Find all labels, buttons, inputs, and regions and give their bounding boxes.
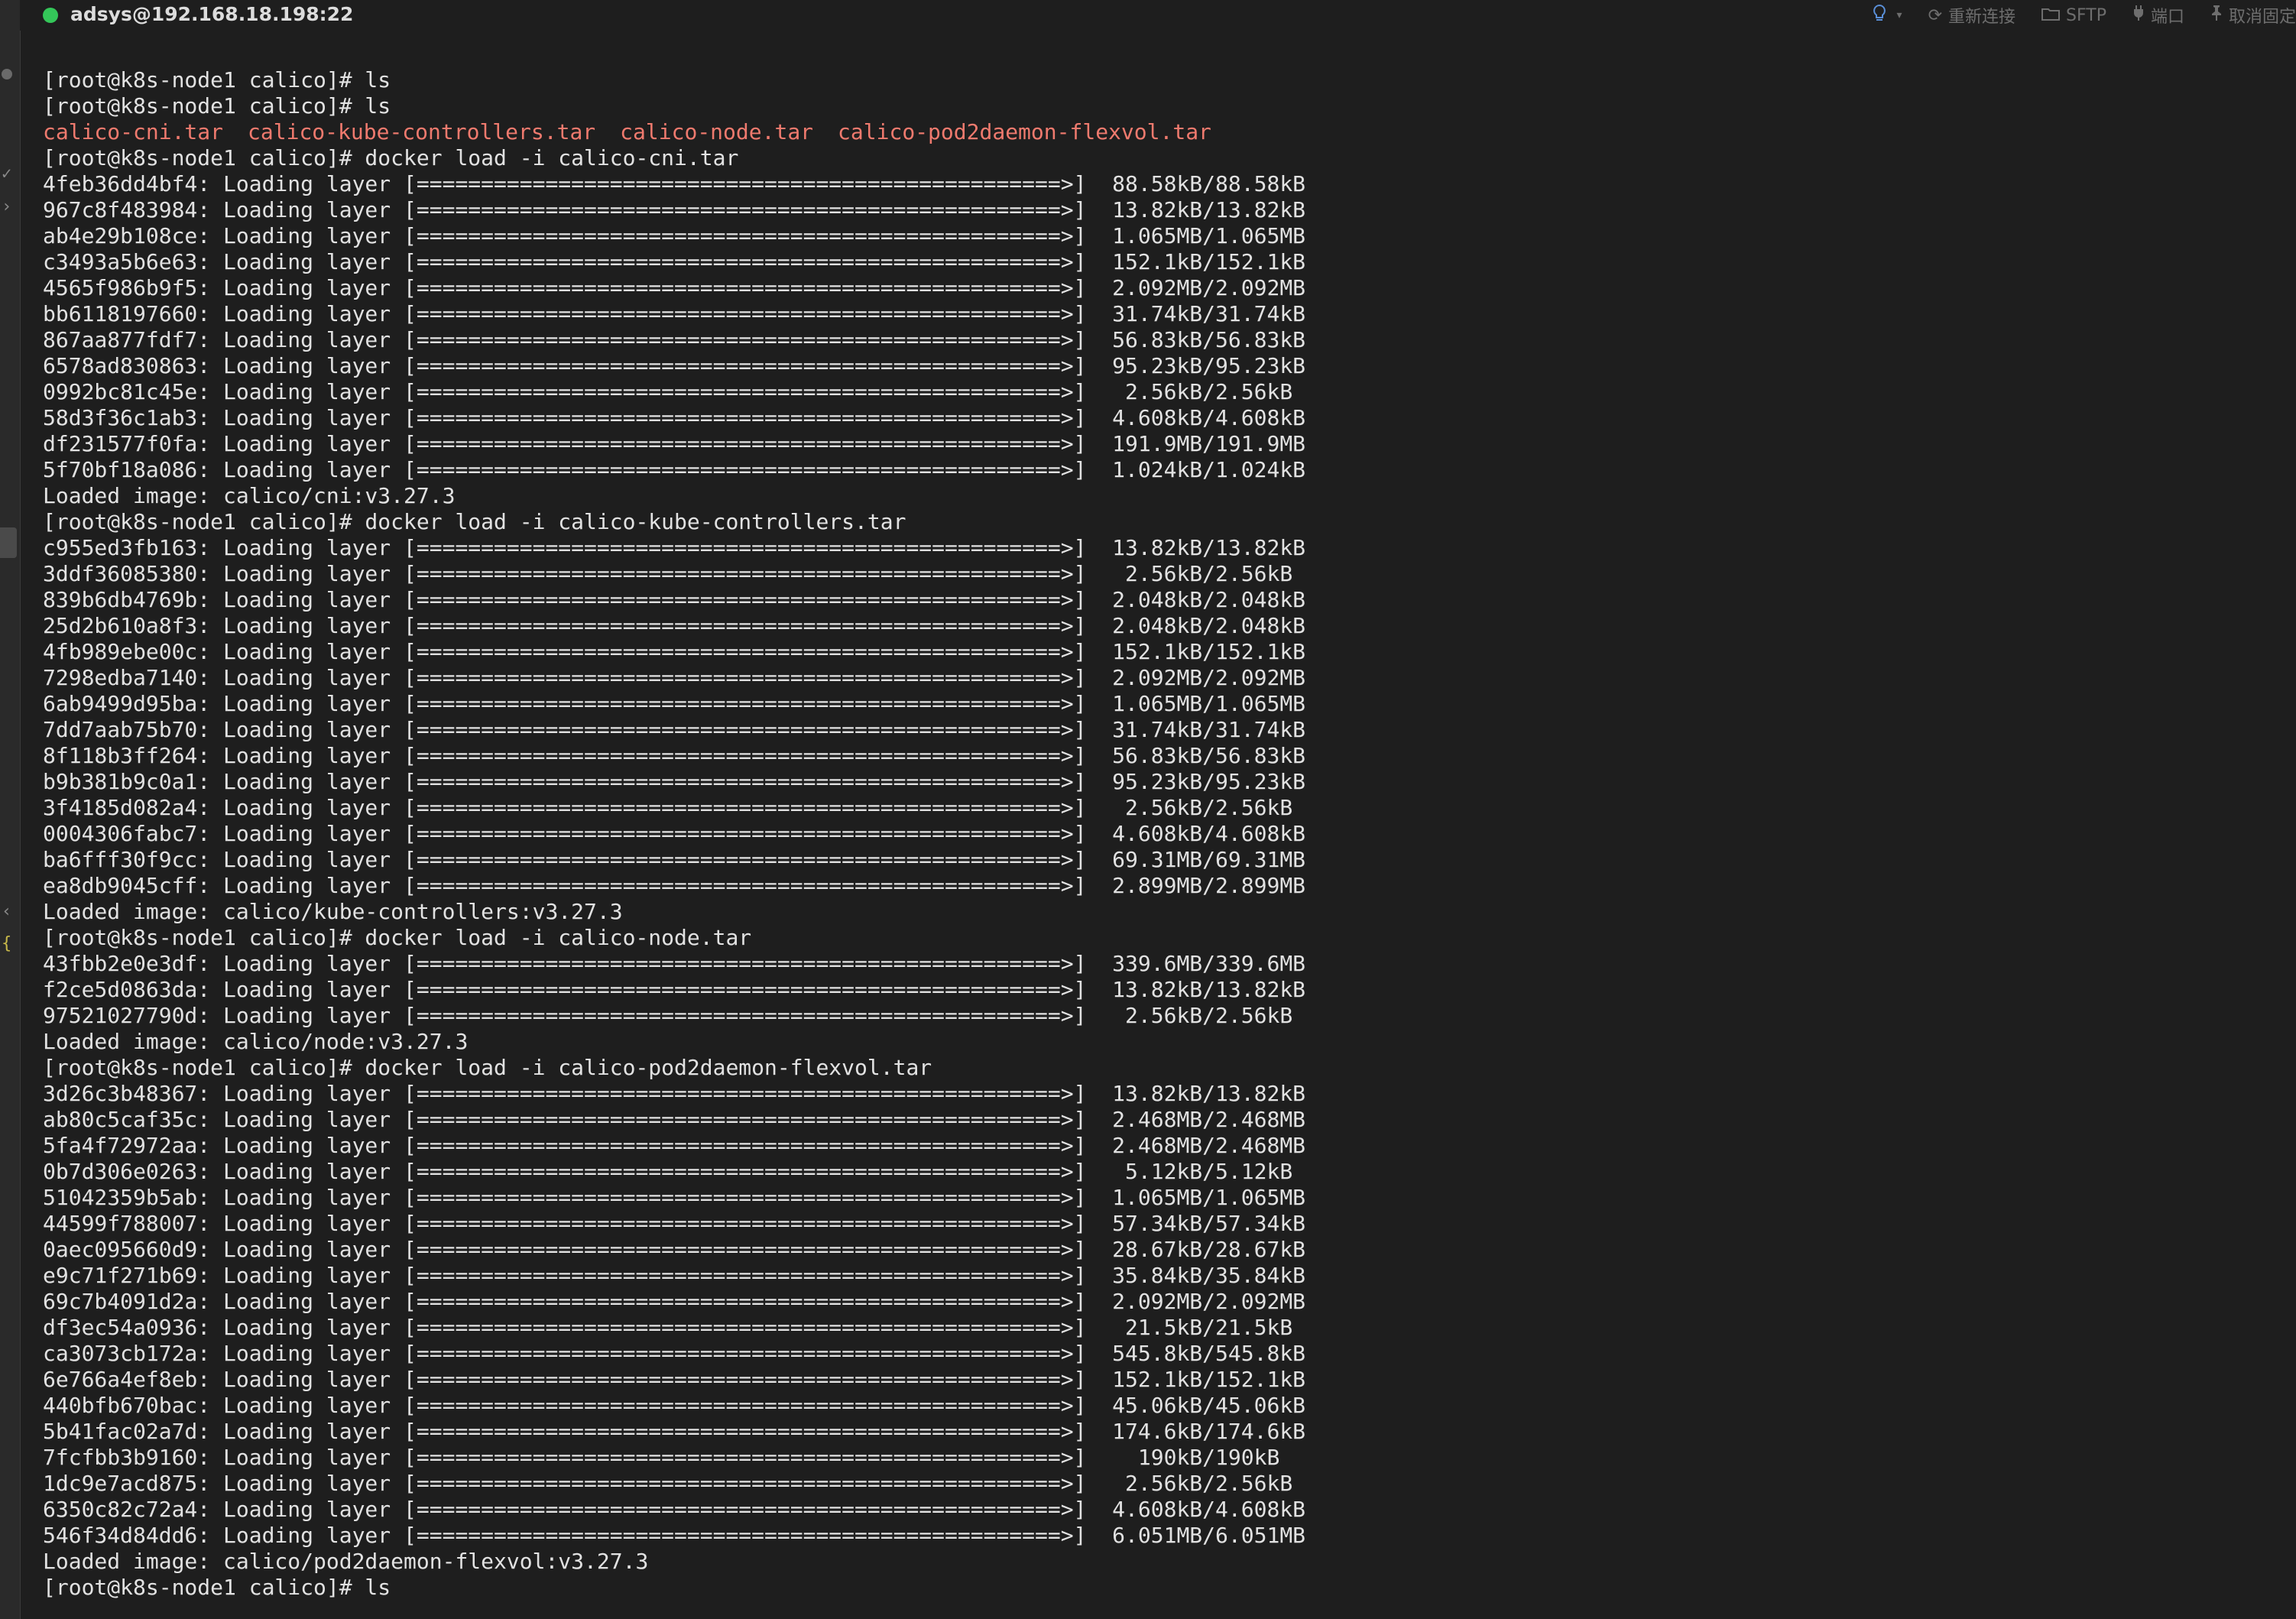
session-title: adsys@192.168.18.198:22 (70, 3, 354, 25)
connection-status-icon (43, 8, 58, 23)
output-line: 867aa877fdf7: Loading layer [===========… (43, 327, 1306, 352)
output-line: 839b6db4769b: Loading layer [===========… (43, 587, 1306, 612)
output-line: 3f4185d082a4: Loading layer [===========… (43, 795, 1293, 820)
output-line: 0992bc81c45e: Loading layer [===========… (43, 379, 1293, 404)
refresh-icon: ⟳ (1928, 5, 1943, 25)
output-line: ab4e29b108ce: Loading layer [===========… (43, 223, 1306, 248)
command-line: [root@k8s-node1 calico]# docker load -i … (43, 925, 752, 950)
folder-icon (2041, 6, 2061, 25)
output-line: 546f34d84dd6: Loading layer [===========… (43, 1523, 1306, 1548)
output-line: Loaded image: calico/node:v3.27.3 (43, 1029, 469, 1054)
output-line: ab80c5caf35c: Loading layer [===========… (43, 1107, 1306, 1132)
output-line: Loaded image: calico/pod2daemon-flexvol:… (43, 1549, 649, 1574)
output-line: 7fcfbb3b9160: Loading layer [===========… (43, 1445, 1280, 1470)
command-line: [root@k8s-node1 calico]# docker load -i … (43, 509, 906, 534)
file-name: calico-kube-controllers.tar (248, 119, 596, 144)
sftp-button[interactable]: SFTP (2041, 6, 2106, 25)
terminal-output[interactable]: [root@k8s-node1 calico]# ls [root@k8s-nod… (43, 67, 2282, 1601)
output-line: 97521027790d: Loading layer [===========… (43, 1003, 1293, 1028)
port-label: 端口 (2150, 8, 2184, 27)
output-line: 967c8f483984: Loading layer [===========… (43, 197, 1306, 222)
output-line: 5b41fac02a7d: Loading layer [===========… (43, 1419, 1306, 1444)
output-line: 69c7b4091d2a: Loading layer [===========… (43, 1289, 1306, 1314)
output-line: Loaded image: calico/kube-controllers:v3… (43, 899, 623, 924)
command-line: [root@k8s-node1 calico]# docker load -i … (43, 145, 739, 170)
output-line: bb6118197660: Loading layer [===========… (43, 301, 1306, 326)
output-line: c3493a5b6e63: Loading layer [===========… (43, 249, 1306, 274)
unpin-button[interactable]: 取消固定 (2210, 3, 2296, 28)
output-line: ea8db9045cff: Loading layer [===========… (43, 873, 1306, 898)
lightbulb-icon (1873, 4, 1886, 27)
reconnect-button[interactable]: ⟳ 重新连接 (1928, 3, 2015, 28)
output-line: 6ab9499d95ba: Loading layer [===========… (43, 691, 1306, 716)
session-header: adsys@192.168.18.198:22 ▾ ⟳ 重新连接 SFTP 端口 (20, 0, 2296, 31)
reconnect-label: 重新连接 (1948, 8, 2016, 27)
output-line: 5f70bf18a086: Loading layer [===========… (43, 457, 1306, 482)
output-line: 7dd7aab75b70: Loading layer [===========… (43, 717, 1306, 742)
output-line: b9b381b9c0a1: Loading layer [===========… (43, 769, 1306, 794)
sidebar-dot[interactable] (2, 69, 12, 79)
output-line: 5fa4f72972aa: Loading layer [===========… (43, 1133, 1306, 1158)
output-line: 440bfb670bac: Loading layer [===========… (43, 1393, 1306, 1418)
chevron-right-icon[interactable]: › (2, 197, 11, 216)
output-line: df3ec54a0936: Loading layer [===========… (43, 1315, 1293, 1340)
output-line: 0aec095660d9: Loading layer [===========… (43, 1237, 1306, 1262)
command-line: [root@k8s-node1 calico]# ls (43, 1575, 391, 1600)
output-line: ca3073cb172a: Loading layer [===========… (43, 1341, 1306, 1366)
output-line: 6578ad830863: Loading layer [===========… (43, 353, 1306, 378)
output-line: 43fbb2e0e3df: Loading layer [===========… (43, 951, 1306, 976)
output-line: 0004306fabc7: Loading layer [===========… (43, 821, 1306, 846)
output-line: 4feb36dd4bf4: Loading layer [===========… (43, 171, 1306, 196)
output-line: 25d2b610a8f3: Loading layer [===========… (43, 613, 1306, 638)
check-icon: ✓ (2, 164, 12, 183)
output-line: 3d26c3b48367: Loading layer [===========… (43, 1081, 1306, 1106)
command-line: [root@k8s-node1 calico]# ls (43, 93, 391, 118)
chevron-down-icon: ▾ (1896, 9, 1902, 21)
output-line: 7298edba7140: Loading layer [===========… (43, 665, 1306, 690)
output-line: df231577f0fa: Loading layer [===========… (43, 431, 1306, 456)
output-line: 1dc9e7acd875: Loading layer [===========… (43, 1471, 1293, 1496)
pin-icon (2210, 5, 2223, 26)
brace-icon: { (2, 934, 12, 953)
command-line: [root@k8s-node1 calico]# docker load -i … (43, 1055, 932, 1080)
output-line: 44599f788007: Loading layer [===========… (43, 1211, 1306, 1236)
output-line: 3ddf36085380: Loading layer [===========… (43, 561, 1293, 586)
output-line: 8f118b3ff264: Loading layer [===========… (43, 743, 1306, 768)
sftp-label: SFTP (2066, 5, 2106, 25)
plug-icon (2132, 5, 2145, 26)
output-line: 0b7d306e0263: Loading layer [===========… (43, 1159, 1293, 1184)
output-line: ba6fff30f9cc: Loading layer [===========… (43, 847, 1306, 872)
output-line: c955ed3fb163: Loading layer [===========… (43, 535, 1306, 560)
session-toolbar: ▾ ⟳ 重新连接 SFTP 端口 取消固定 (1873, 0, 2296, 31)
output-line: 6350c82c72a4: Loading layer [===========… (43, 1497, 1306, 1522)
output-line: 6e766a4ef8eb: Loading layer [===========… (43, 1367, 1306, 1392)
output-line: f2ce5d0863da: Loading layer [===========… (43, 977, 1306, 1002)
output-line: 51042359b5ab: Loading layer [===========… (43, 1185, 1306, 1210)
port-button[interactable]: 端口 (2132, 3, 2184, 28)
file-name: calico-pod2daemon-flexvol.tar (838, 119, 1211, 144)
ls-output-line: calico-cni.tar calico-kube-controllers.ta… (43, 119, 2282, 145)
output-line: Loaded image: calico/cni:v3.27.3 (43, 483, 456, 508)
file-name: calico-cni.tar (43, 119, 224, 144)
command-line: [root@k8s-node1 calico]# ls (43, 67, 391, 92)
file-name: calico-node.tar (620, 119, 814, 144)
unpin-label: 取消固定 (2228, 8, 2296, 27)
chevron-left-icon[interactable]: ‹ (2, 902, 11, 921)
output-line: 4565f986b9f5: Loading layer [===========… (43, 275, 1306, 300)
sidebar-tab[interactable] (0, 527, 17, 558)
output-line: e9c71f271b69: Loading layer [===========… (43, 1263, 1306, 1288)
output-line: 58d3f36c1ab3: Loading layer [===========… (43, 405, 1306, 430)
output-line: 4fb989ebe00c: Loading layer [===========… (43, 639, 1306, 664)
left-sidebar: ✓ › ‹ { (0, 0, 21, 1619)
tips-button[interactable]: ▾ (1873, 4, 1902, 27)
